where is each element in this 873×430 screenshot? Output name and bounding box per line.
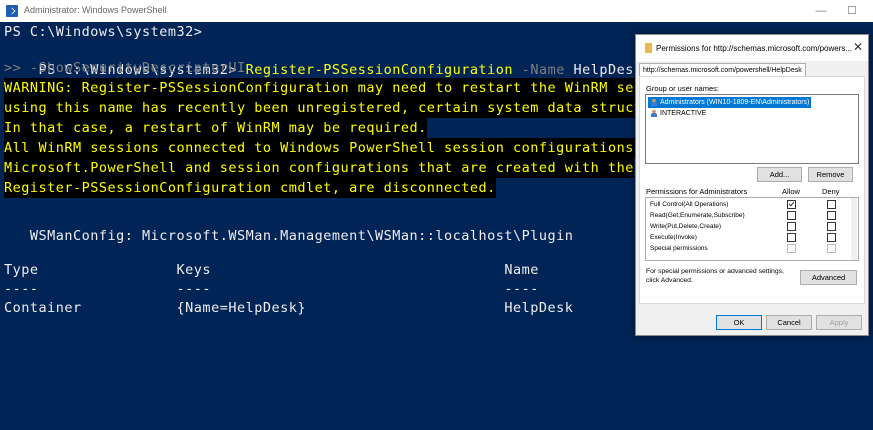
user-name: Administrators (WIN10-1809-EN\Administra… (660, 99, 810, 106)
permissions-scrollbar[interactable] (851, 198, 857, 260)
allow-checkbox-special (787, 244, 796, 253)
add-button[interactable]: Add... (757, 167, 802, 182)
tab-helpdesk[interactable]: http://schemas.microsoft.com/powershell/… (639, 63, 806, 77)
allow-checkbox-write[interactable] (787, 222, 796, 231)
permissions-dialog: Permissions for http://schemas.microsoft… (635, 34, 869, 336)
minimize-button[interactable]: — (811, 3, 831, 19)
cmdlet-name: Register-PSSessionConfiguration (245, 62, 514, 78)
table-header: Type Keys Name (4, 262, 539, 278)
permissions-table: Full Control(All Operations) Read(Get,En… (645, 197, 859, 261)
deny-checkbox-full-control[interactable] (827, 200, 836, 209)
allow-header: Allow (782, 187, 800, 196)
apply-button[interactable]: Apply (816, 315, 862, 330)
group-label: Group or user names: (646, 84, 719, 93)
console-continuation-line: >> -ShowSecurityDescriptorUI (4, 60, 246, 76)
warning-line: Register-PSSessionConfiguration cmdlet, … (4, 178, 496, 198)
remove-button[interactable]: Remove (808, 167, 853, 182)
close-icon[interactable]: ✕ (853, 40, 863, 54)
cancel-button[interactable]: Cancel (766, 315, 812, 330)
ok-button[interactable]: OK (716, 315, 762, 330)
console-command-line: PS C:\Windows\system32> Register-PSSessi… (4, 40, 660, 78)
deny-checkbox-write[interactable] (827, 222, 836, 231)
warning-line: Microsoft.PowerShell and session configu… (4, 158, 634, 178)
deny-checkbox-execute[interactable] (827, 233, 836, 242)
console-line: PS C:\Windows\system32> (4, 24, 203, 40)
deny-header: Deny (822, 187, 840, 196)
warning-line: using this name has recently been unregi… (4, 98, 643, 118)
lock-icon (645, 43, 652, 53)
permissions-label: Permissions for Administrators (646, 187, 748, 196)
powershell-icon (6, 5, 18, 17)
permission-row: Special permissions (650, 245, 708, 252)
user-group-icon (650, 99, 658, 106)
dialog-title-bar: Permissions for http://schemas.microsoft… (636, 35, 868, 61)
warning-line: WARNING: Register-PSSessionConfiguration… (4, 78, 643, 98)
permission-row: Write(Put,Delete,Create) (650, 223, 722, 230)
window-title: Administrator: Windows PowerShell (24, 5, 167, 15)
warning-line: All WinRM sessions connected to Windows … (4, 138, 643, 158)
allow-checkbox-read[interactable] (787, 211, 796, 220)
advanced-button[interactable]: Advanced (800, 270, 857, 285)
list-item-interactive[interactable]: INTERACTIVE (648, 108, 708, 119)
warning-line: In that case, a restart of WinRM may be … (4, 118, 427, 138)
list-item-administrators[interactable]: Administrators (WIN10-1809-EN\Administra… (648, 97, 812, 108)
user-name: INTERACTIVE (660, 110, 707, 117)
window-title-bar: Administrator: Windows PowerShell — ☐ (0, 0, 873, 23)
maximize-button[interactable]: ☐ (842, 3, 862, 19)
permission-row: Full Control(All Operations) (650, 201, 729, 208)
table-separator: ---- ---- ---- (4, 281, 539, 297)
dialog-title: Permissions for http://schemas.microsoft… (656, 44, 853, 53)
user-list[interactable]: Administrators (WIN10-1809-EN\Administra… (645, 94, 859, 164)
deny-checkbox-read[interactable] (827, 211, 836, 220)
special-note: For special permissions or advanced sett… (646, 268, 784, 275)
user-group-icon (650, 110, 658, 117)
permission-row: Read(Get,Enumerate,Subscribe) (650, 212, 745, 219)
deny-checkbox-special (827, 244, 836, 253)
wsman-config-line: WSManConfig: Microsoft.WSMan.Management\… (4, 228, 574, 244)
special-note: click Advanced. (646, 277, 693, 284)
permission-row: Execute(Invoke) (650, 234, 697, 241)
allow-checkbox-full-control[interactable] (787, 200, 796, 209)
allow-checkbox-execute[interactable] (787, 233, 796, 242)
table-row: Container {Name=HelpDesk} HelpDesk (4, 300, 574, 316)
parameter-name: -Name (513, 62, 565, 78)
